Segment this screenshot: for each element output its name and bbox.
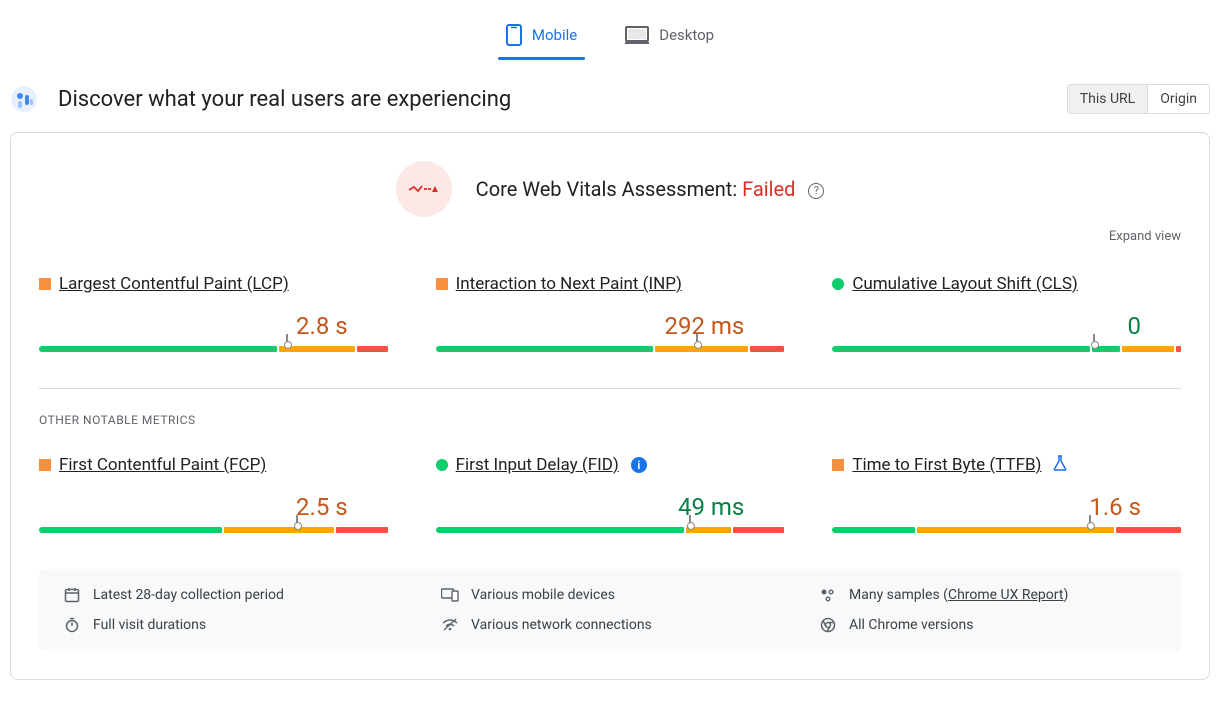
info-samples-text: Many samples (Chrome UX Report) (849, 587, 1068, 603)
tab-mobile[interactable]: Mobile (502, 14, 581, 60)
samples-icon (819, 587, 837, 603)
status-dot-icon (39, 278, 51, 290)
status-dot-icon (832, 278, 844, 290)
info-devices-text: Various mobile devices (471, 587, 615, 603)
flask-icon[interactable] (1053, 455, 1067, 475)
info-versions: All Chrome versions (819, 617, 1157, 633)
tab-mobile-label: Mobile (532, 26, 577, 44)
metric-fid: First Input Delay (FID) i 49 ms (436, 455, 785, 533)
chrome-icon (819, 617, 837, 633)
stopwatch-icon (63, 617, 81, 633)
assessment-text: Core Web Vitals Assessment: Failed ? (476, 177, 825, 201)
other-metrics-grid: First Contentful Paint (FCP) 2.5 s First… (39, 455, 1181, 533)
info-versions-text: All Chrome versions (849, 617, 973, 633)
info-connections-text: Various network connections (471, 617, 652, 633)
info-period: Latest 28-day collection period (63, 587, 401, 603)
status-dot-icon (436, 278, 448, 290)
metric-fid-name[interactable]: First Input Delay (FID) (456, 455, 619, 475)
device-tabs: Mobile Desktop (0, 0, 1220, 60)
metric-fcp-bar (39, 527, 388, 533)
bar-marker-icon (296, 515, 298, 527)
desktop-icon (625, 26, 649, 44)
page-title: Discover what your real users are experi… (58, 87, 511, 112)
bar-marker-icon (1093, 334, 1095, 346)
calendar-icon (63, 587, 81, 603)
wifi-icon (441, 618, 459, 632)
expand-view-link[interactable]: Expand view (39, 229, 1181, 244)
metric-ttfb-bar (832, 527, 1181, 533)
metric-inp-bar (436, 346, 785, 352)
assessment-badge-icon (396, 161, 452, 217)
metric-fid-value: 49 ms (436, 493, 785, 521)
bar-marker-icon (696, 334, 698, 346)
header-row: Discover what your real users are experi… (0, 60, 1220, 132)
info-connections: Various network connections (441, 617, 779, 633)
status-dot-icon (832, 459, 844, 471)
toggle-this-url[interactable]: This URL (1068, 85, 1147, 113)
divider (39, 388, 1181, 389)
crux-icon (10, 85, 38, 113)
assessment-header: Core Web Vitals Assessment: Failed ? (39, 161, 1181, 217)
core-metrics-grid: Largest Contentful Paint (LCP) 2.8 s Int… (39, 274, 1181, 352)
metric-cls-value: 0 (832, 312, 1181, 340)
metric-fid-bar (436, 527, 785, 533)
metric-fcp: First Contentful Paint (FCP) 2.5 s (39, 455, 388, 533)
info-period-text: Latest 28-day collection period (93, 587, 284, 603)
metric-ttfb-name[interactable]: Time to First Byte (TTFB) (852, 455, 1041, 475)
metric-cls: Cumulative Layout Shift (CLS) 0 (832, 274, 1181, 352)
bar-marker-icon (689, 515, 691, 527)
status-dot-icon (436, 459, 448, 471)
metric-ttfb-value: 1.6 s (832, 493, 1181, 521)
metric-ttfb: Time to First Byte (TTFB) 1.6 s (832, 455, 1181, 533)
info-icon[interactable]: i (631, 457, 647, 473)
metric-lcp: Largest Contentful Paint (LCP) 2.8 s (39, 274, 388, 352)
metric-inp-name[interactable]: Interaction to Next Paint (INP) (456, 274, 682, 294)
other-metrics-label: OTHER NOTABLE METRICS (39, 413, 1181, 427)
assessment-label: Core Web Vitals Assessment: (476, 177, 742, 201)
footer-info: Latest 28-day collection period Various … (39, 569, 1181, 651)
status-dot-icon (39, 459, 51, 471)
assessment-card: Core Web Vitals Assessment: Failed ? Exp… (10, 132, 1210, 680)
tab-desktop[interactable]: Desktop (621, 14, 718, 60)
metric-fcp-value: 2.5 s (39, 493, 388, 521)
info-devices: Various mobile devices (441, 587, 779, 603)
metric-inp-value: 292 ms (436, 312, 785, 340)
metric-inp: Interaction to Next Paint (INP) 292 ms (436, 274, 785, 352)
info-samples: Many samples (Chrome UX Report) (819, 587, 1157, 603)
metric-fcp-name[interactable]: First Contentful Paint (FCP) (59, 455, 266, 475)
tab-desktop-label: Desktop (659, 26, 714, 44)
metric-cls-bar (832, 346, 1181, 352)
mobile-icon (506, 24, 522, 46)
help-icon[interactable]: ? (808, 183, 824, 199)
info-duration: Full visit durations (63, 617, 401, 633)
metric-lcp-name[interactable]: Largest Contentful Paint (LCP) (59, 274, 289, 294)
metric-cls-name[interactable]: Cumulative Layout Shift (CLS) (852, 274, 1078, 294)
info-duration-text: Full visit durations (93, 617, 206, 633)
bar-marker-icon (286, 334, 288, 346)
metric-lcp-value: 2.8 s (39, 312, 388, 340)
metric-lcp-bar (39, 346, 388, 352)
assessment-status: Failed (742, 177, 795, 201)
url-origin-toggle: This URL Origin (1067, 84, 1210, 114)
devices-icon (441, 588, 459, 602)
toggle-origin[interactable]: Origin (1147, 85, 1209, 113)
crux-report-link[interactable]: Chrome UX Report (948, 587, 1063, 603)
bar-marker-icon (1089, 515, 1091, 527)
